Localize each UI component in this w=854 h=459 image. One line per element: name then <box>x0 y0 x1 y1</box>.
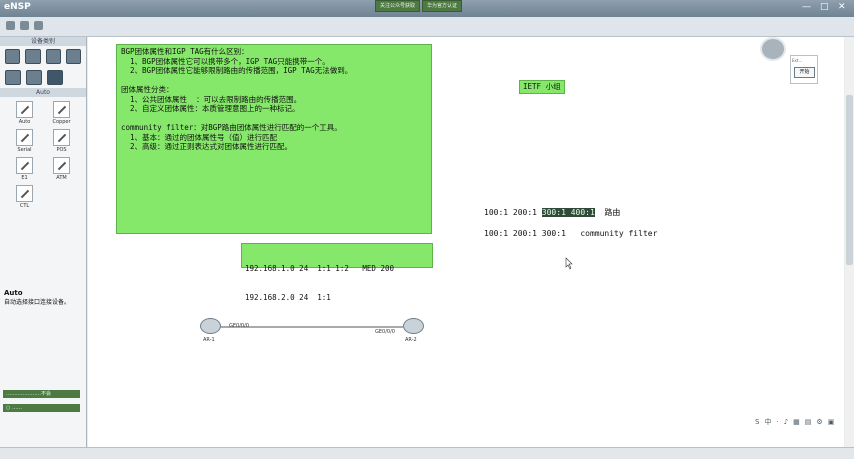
interface-label-ar2: GE0/0/0 <box>375 329 395 335</box>
zoom-control-icon[interactable] <box>760 37 786 61</box>
mouse-cursor-icon <box>565 257 573 270</box>
status-bar <box>0 447 854 459</box>
router-icon-ar2[interactable] <box>403 318 424 334</box>
ime-lang-icon[interactable]: 中 <box>764 417 771 427</box>
ime-settings-icon[interactable]: ⚙ <box>816 418 822 426</box>
ime-tools-icon[interactable]: ▣ <box>828 418 835 426</box>
router-label-ar2: AR-2 <box>405 337 417 343</box>
topology-link-layer <box>218 257 573 328</box>
ime-skin-icon[interactable]: ▤ <box>805 418 812 426</box>
ime-voice-icon[interactable]: ♪ <box>784 418 788 426</box>
ime-s-icon[interactable]: S <box>755 418 759 426</box>
router-icon-ar1[interactable] <box>200 318 221 334</box>
start-button[interactable]: 开始 <box>794 67 815 78</box>
router-label-ar1: AR-1 <box>203 337 215 343</box>
ime-punct-icon[interactable]: · <box>776 418 778 426</box>
ime-keyboard-icon[interactable]: ▦ <box>793 418 800 426</box>
scrollbar-thumb[interactable] <box>846 95 853 265</box>
mini-panel-label: Ext... <box>792 58 803 63</box>
interface-label-ar1: GE0/0/0 <box>229 323 249 329</box>
ime-tray: S 中 · ♪ ▦ ▤ ⚙ ▣ <box>755 416 834 428</box>
